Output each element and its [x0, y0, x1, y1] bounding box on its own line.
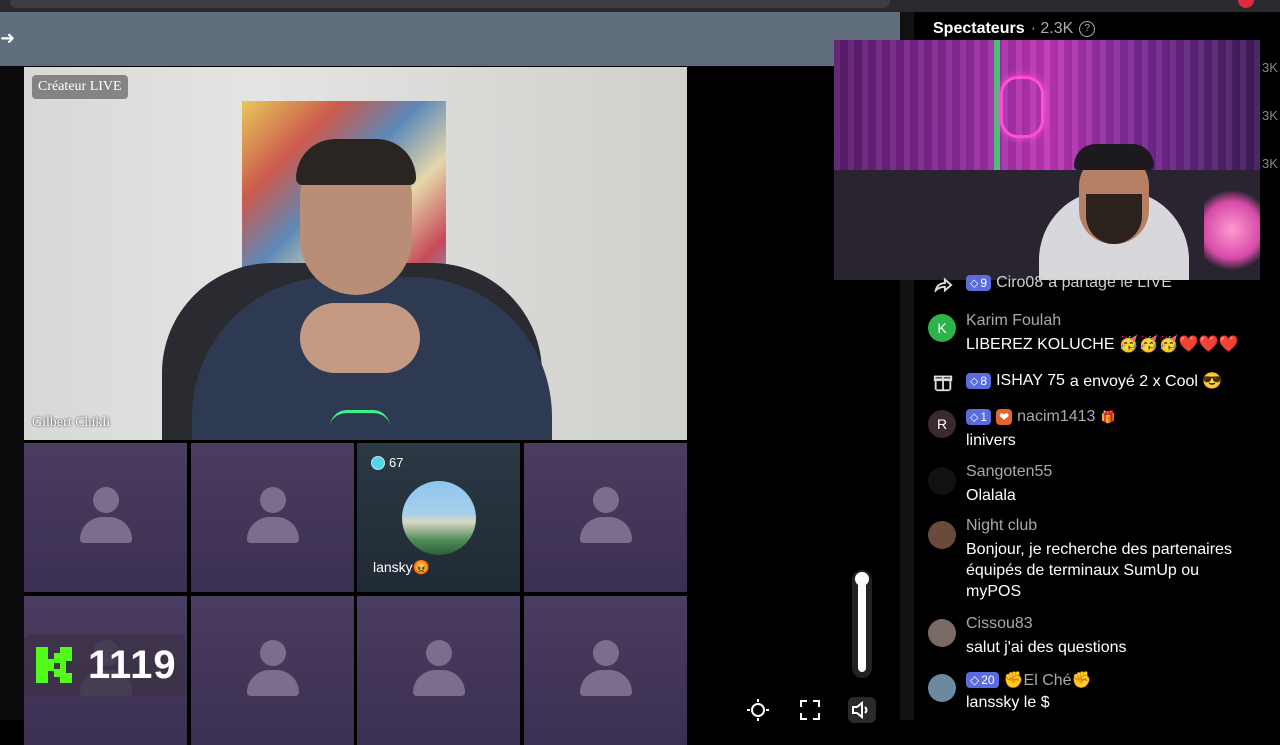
avatar[interactable] [928, 619, 956, 647]
chat-text: LIBEREZ KOLUCHE 🥳🥳🥳❤️❤️❤️ [966, 336, 1239, 353]
guest-score: 67 [371, 455, 403, 470]
kick-overlay: 1119 [24, 634, 186, 696]
mic-glow [330, 410, 390, 427]
volume-slider-knob[interactable] [855, 572, 869, 586]
chat-message: R ⬦ 1 ❤ nacim1413 🎁 linivers [928, 408, 1268, 454]
guest-slot-empty[interactable] [24, 443, 187, 592]
empty-user-icon [241, 640, 305, 700]
brightness-button[interactable] [744, 697, 772, 723]
empty-user-icon [74, 487, 138, 547]
viewers-header[interactable]: Spectateurs · 2.3K ? [933, 20, 1096, 38]
side-count: 3K [1262, 156, 1278, 171]
chat-line: ⬦ 1 ❤ nacim1413 🎁 [966, 408, 1115, 426]
brightness-icon [747, 699, 769, 721]
guest-name: lansky😡 [373, 559, 431, 575]
gem-icon [371, 455, 385, 470]
guest-slot-lansky[interactable]: 67 lansky😡 [357, 443, 520, 592]
neon-sign [1000, 76, 1044, 138]
chat-line: ⬦ 8 ISHAY 75 a envoyé 2 x Cool 😎 [966, 371, 1222, 391]
empty-user-icon [574, 640, 638, 700]
avatar[interactable]: K [928, 314, 956, 342]
avatar[interactable] [928, 467, 956, 495]
empty-user-icon [407, 640, 471, 700]
viewers-count: · 2.3K [1030, 20, 1074, 37]
help-icon[interactable]: ? [1079, 21, 1096, 37]
guest-slot-empty[interactable] [524, 596, 687, 745]
chat-line: ⬦ 9 Ciro08 a partagé le LIVE [966, 274, 1172, 292]
share-icon [933, 277, 953, 294]
chat-text: salut j'ai des questions [966, 639, 1127, 656]
volume-slider-fill [858, 576, 866, 672]
host-video[interactable]: Créateur LIVE Gilbert Chikli [24, 67, 687, 440]
streamer-webcam[interactable] [834, 40, 1260, 280]
host-hair [296, 139, 416, 185]
browser-top-strip [0, 0, 1280, 12]
guest-slot-empty[interactable] [524, 443, 687, 592]
chat-username[interactable]: Night club [966, 517, 1037, 535]
kick-counter: 1119 [88, 642, 177, 687]
volume-icon [852, 700, 868, 720]
chat-username[interactable]: Cissou83 [966, 615, 1033, 633]
guest-slot-empty[interactable] [357, 596, 520, 745]
empty-user-icon [241, 487, 305, 547]
chat-username[interactable]: Sangoten55 [966, 463, 1052, 481]
host-name: Gilbert Chikli [32, 415, 111, 430]
top-nav-bar: ➜ [0, 12, 900, 66]
chat-username[interactable]: ISHAY 75 [996, 372, 1065, 390]
guest-slot-empty[interactable] [191, 596, 354, 745]
level-badge: ◇ 20 [966, 672, 999, 688]
chat-text: linivers [966, 432, 1016, 449]
chat-share-event: ⬦ 9 Ciro08 a partagé le LIVE [928, 274, 1268, 296]
chat-text: Bonjour, je recherche des partenaires éq… [966, 541, 1232, 600]
viewers-title: Spectateurs [933, 20, 1025, 37]
chat-text: lanssky le $ [966, 694, 1050, 711]
chat-message: Cissou83 salut j'ai des questions [928, 615, 1268, 661]
level-badge: ⬦ 1 [966, 409, 992, 425]
fullscreen-button[interactable] [796, 697, 824, 723]
gift-small-icon: 🎁 [1100, 410, 1116, 424]
empty-user-icon [574, 487, 638, 547]
address-bar[interactable] [10, 0, 890, 8]
chat-text: a partagé le LIVE [1048, 274, 1172, 291]
side-count: 3K [1262, 60, 1278, 75]
gift-icon [933, 375, 953, 392]
chat-username[interactable]: Ciro08 [996, 274, 1043, 292]
fullscreen-icon [800, 700, 820, 720]
chat-text: Olalala [966, 487, 1016, 504]
heart-badge-icon: ❤ [996, 409, 1013, 425]
back-arrow-icon[interactable]: ➜ [0, 28, 18, 48]
avatar[interactable] [928, 674, 956, 702]
chat-message: ◇ 20 ✊El Ché✊ lanssky le $ [928, 670, 1268, 716]
chat-line: ◇ 20 ✊El Ché✊ [966, 670, 1091, 690]
avatar[interactable] [928, 521, 956, 549]
chat-gift-event: ⬦ 8 ISHAY 75 a envoyé 2 x Cool 😎 [928, 371, 1268, 395]
chat-username[interactable]: nacim1413 [1017, 408, 1095, 426]
chat-username[interactable]: Karim Foulah [966, 312, 1061, 330]
kick-logo-icon [36, 647, 72, 683]
host-badge: Créateur LIVE [32, 75, 128, 99]
chat-text: a envoyé 2 x Cool 😎 [1069, 373, 1223, 390]
volume-slider[interactable] [852, 570, 872, 678]
plant [1204, 180, 1260, 280]
guest-slot-empty[interactable] [191, 443, 354, 592]
side-count: 3K [1262, 108, 1278, 123]
record-indicator [1238, 0, 1254, 8]
volume-button[interactable] [848, 697, 876, 723]
chat-message: K Karim Foulah LIBEREZ KOLUCHE 🥳🥳🥳❤️❤️❤️ [928, 312, 1268, 358]
level-badge: ⬦ 8 [966, 373, 992, 389]
streamer-cap [1074, 144, 1154, 170]
avatar[interactable]: R [928, 410, 956, 438]
chat-message: Night club Bonjour, je recherche des par… [928, 517, 1268, 607]
host-hands [300, 303, 420, 373]
guest-avatar [402, 481, 476, 555]
left-edge [0, 66, 24, 720]
chat-username[interactable]: ✊El Ché✊ [1004, 670, 1092, 690]
chat-message: Sangoten55 Olalala [928, 463, 1268, 509]
level-badge: ⬦ 9 [966, 275, 992, 291]
